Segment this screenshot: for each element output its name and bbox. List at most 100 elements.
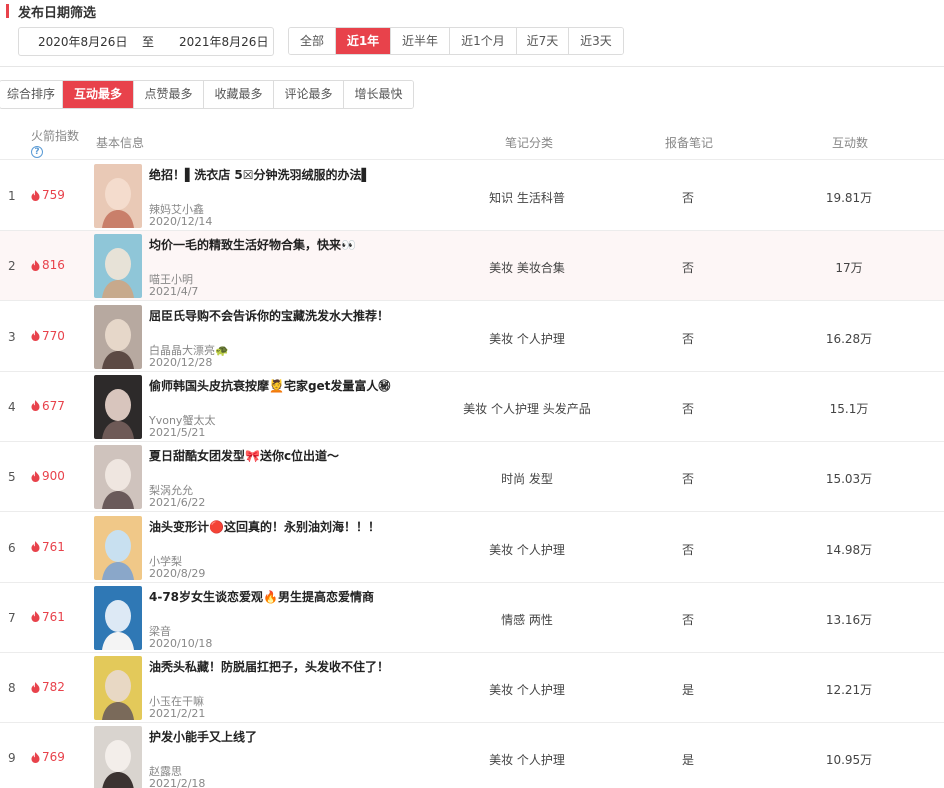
heading-accent-bar xyxy=(6,4,9,18)
sort-tab-comprehensive[interactable]: 综合排序 xyxy=(0,81,63,108)
interaction-count: 15.1万 xyxy=(829,401,869,416)
note-thumbnail[interactable] xyxy=(94,515,142,580)
table-row[interactable]: 7 761 4-78岁女生谈恋爱观🔥男生提高恋爱情商 梁音 2020/10/18… xyxy=(0,583,944,653)
period-tab-3-days[interactable]: 近3天 xyxy=(569,28,623,54)
date-separator: 至 xyxy=(142,35,155,49)
note-title[interactable]: 绝招！▌洗衣店 5☒分钟洗羽绒服的办法▌ xyxy=(149,166,371,183)
interaction-count: 16.28万 xyxy=(825,331,873,346)
sort-tab-most-interactions[interactable]: 互动最多 xyxy=(63,81,134,108)
row-rank: 9 xyxy=(8,751,16,766)
note-category: 时尚 发型 xyxy=(501,472,553,487)
note-date: 2020/12/28 xyxy=(149,355,213,369)
note-thumbnail[interactable] xyxy=(94,726,142,788)
period-tab-1-month[interactable]: 近1个月 xyxy=(450,28,517,54)
interaction-count: 12.21万 xyxy=(825,683,873,698)
row-rank: 7 xyxy=(8,610,16,625)
row-rank: 5 xyxy=(8,470,16,485)
date-start[interactable]: 2020年8月26日 xyxy=(38,33,127,50)
reported-flag: 否 xyxy=(681,261,694,276)
flame-icon xyxy=(31,470,40,482)
flame-icon xyxy=(31,541,40,552)
rocket-score: 816 xyxy=(31,258,65,272)
help-circle-icon[interactable]: ? xyxy=(31,146,43,158)
thumbnail-image xyxy=(94,304,142,369)
note-title[interactable]: 均价一毛的精致生活好物合集，快来👀 xyxy=(149,236,356,253)
rocket-score-value: 761 xyxy=(42,609,65,624)
interaction-count: 13.16万 xyxy=(825,612,873,627)
period-tab-7-days[interactable]: 近7天 xyxy=(517,28,569,54)
sort-tab-fastest-growth[interactable]: 增长最快 xyxy=(344,81,413,108)
note-date: 2021/2/21 xyxy=(149,707,206,721)
note-title[interactable]: 偷师韩国头皮抗衰按摩💆宅家get发量富人㊙ xyxy=(149,377,390,394)
period-tabs: 全部 近1年 近半年 近1个月 近7天 近3天 xyxy=(288,27,624,55)
note-date: 2020/12/14 xyxy=(149,215,213,228)
section-title: 发布日期筛选 xyxy=(18,5,97,21)
note-title[interactable]: 油秃头私藏！防脱届扛把子，头发收不住了！ xyxy=(149,658,389,675)
note-title[interactable]: 护发小能手又上线了 xyxy=(149,728,257,745)
interaction-count: 17万 xyxy=(835,261,863,276)
rocket-score-value: 759 xyxy=(42,188,65,202)
rocket-score-value: 900 xyxy=(42,469,65,484)
note-category: 美妆 个人护理 xyxy=(489,542,565,557)
rocket-score-value: 816 xyxy=(42,258,65,273)
note-thumbnail[interactable] xyxy=(94,164,142,228)
table-row[interactable]: 9 769 护发小能手又上线了 赵露思 2021/2/18 美妆 个人护理 是 … xyxy=(0,723,944,788)
rocket-score: 769 xyxy=(31,750,65,764)
table-row[interactable]: 3 770 屈臣氏导购不会告诉你的宝藏洗发水大推荐！ 白晶晶大漂亮🐢 2020/… xyxy=(0,302,944,372)
note-title[interactable]: 屈臣氏导购不会告诉你的宝藏洗发水大推荐！ xyxy=(149,307,389,324)
table-row[interactable]: 4 677 偷师韩国头皮抗衰按摩💆宅家get发量富人㊙ Yvony蟹太太 202… xyxy=(0,372,944,442)
date-range-picker[interactable]: 2020年8月26日 至 2021年8月26日 xyxy=(18,27,274,56)
date-end[interactable]: 2021年8月26日 xyxy=(179,33,268,50)
sort-tab-most-favorites[interactable]: 收藏最多 xyxy=(204,81,274,108)
note-thumbnail[interactable] xyxy=(94,304,142,369)
note-title[interactable]: 油头变形计🔴这回真的！永别油刘海！！！ xyxy=(149,518,380,535)
note-date: 2021/2/18 xyxy=(149,777,206,788)
col-rocket-index-label: 火箭指数 xyxy=(31,129,80,143)
period-tab-half-year[interactable]: 近半年 xyxy=(391,28,450,54)
note-category: 美妆 个人护理 头发产品 xyxy=(463,401,591,416)
table-row[interactable]: 6 761 油头变形计🔴这回真的！永别油刘海！！！ 小学梨 2020/8/29 … xyxy=(0,513,944,583)
note-thumbnail[interactable] xyxy=(94,445,142,510)
thumbnail-image xyxy=(94,164,142,228)
col-basic-info: 基本信息 xyxy=(96,136,145,150)
rocket-score: 770 xyxy=(31,329,65,343)
reported-flag: 否 xyxy=(681,612,694,627)
interaction-count: 10.95万 xyxy=(825,753,873,768)
thumbnail-image xyxy=(94,585,142,650)
sort-tab-most-likes[interactable]: 点赞最多 xyxy=(134,81,204,108)
row-rank: 4 xyxy=(8,399,16,414)
reported-flag: 否 xyxy=(681,472,694,487)
note-title[interactable]: 夏日甜酷女团发型🎀送你c位出道～ xyxy=(149,447,339,464)
note-category: 美妆 美妆合集 xyxy=(489,261,565,276)
note-date: 2020/8/29 xyxy=(149,566,206,580)
note-category: 知识 生活科普 xyxy=(489,191,565,205)
rocket-score: 677 xyxy=(31,399,65,413)
thumbnail-image xyxy=(94,515,142,580)
thumbnail-image xyxy=(94,726,142,788)
flame-icon xyxy=(31,330,40,342)
reported-flag: 否 xyxy=(681,542,694,557)
reported-flag: 否 xyxy=(681,331,694,346)
interaction-count: 19.81万 xyxy=(825,191,873,205)
table-row[interactable]: 2 816 均价一毛的精致生活好物合集，快来👀 喵王小明 2021/4/7 美妆… xyxy=(0,231,944,302)
sort-tab-most-comments[interactable]: 评论最多 xyxy=(274,81,344,108)
thumbnail-image xyxy=(94,374,142,439)
period-tab-1-year[interactable]: 近1年 xyxy=(336,28,391,54)
note-thumbnail[interactable] xyxy=(94,656,142,721)
period-tab-all[interactable]: 全部 xyxy=(289,28,336,54)
interaction-count: 15.03万 xyxy=(825,472,873,487)
row-rank: 2 xyxy=(8,259,16,274)
reported-flag: 否 xyxy=(681,191,694,205)
table-row[interactable]: 5 900 夏日甜酷女团发型🎀送你c位出道～ 梨涡允允 2021/6/22 时尚… xyxy=(0,442,944,513)
note-category: 美妆 个人护理 xyxy=(489,331,565,346)
note-date: 2021/6/22 xyxy=(149,496,206,510)
col-reported: 报备笔记 xyxy=(665,136,714,150)
note-thumbnail[interactable] xyxy=(94,234,142,299)
rocket-score: 900 xyxy=(31,469,65,483)
table-row[interactable]: 1 759 绝招！▌洗衣店 5☒分钟洗羽绒服的办法▌ 辣妈艾小鑫 2020/12… xyxy=(0,161,944,231)
table-row[interactable]: 8 782 油秃头私藏！防脱届扛把子，头发收不住了！ 小玉在干嘛 2021/2/… xyxy=(0,653,944,724)
reported-flag: 是 xyxy=(681,753,694,768)
note-thumbnail[interactable] xyxy=(94,374,142,439)
note-thumbnail[interactable] xyxy=(94,585,142,650)
note-title[interactable]: 4-78岁女生谈恋爱观🔥男生提高恋爱情商 xyxy=(149,588,374,605)
